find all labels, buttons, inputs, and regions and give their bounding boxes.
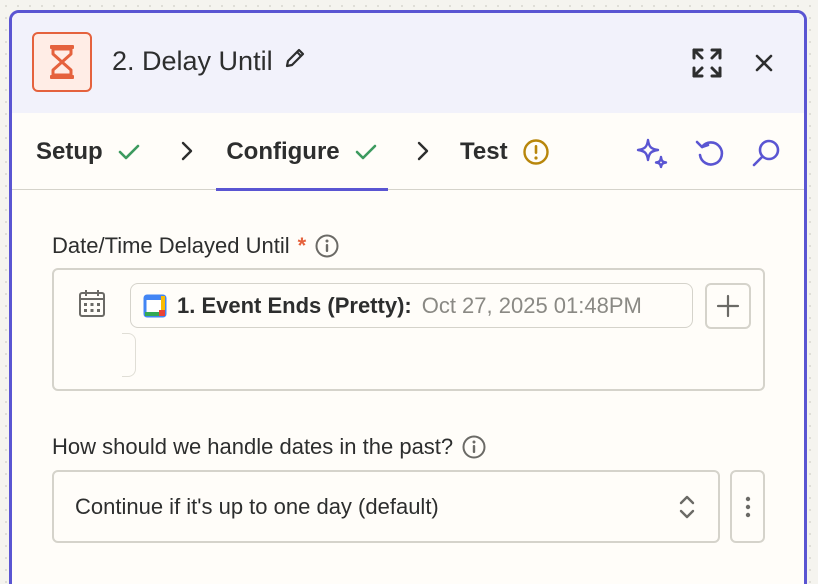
tab-setup[interactable]: Setup: [36, 113, 141, 190]
sparkle-icon[interactable]: [634, 135, 670, 171]
token-key: 1. Event Ends (Pretty):: [177, 292, 412, 318]
past-dates-selected-value: Continue if it's up to one day (default): [75, 493, 439, 519]
warning-icon: [522, 138, 549, 165]
token-value: Oct 27, 2025 01:48PM: [421, 292, 642, 318]
tab-test-label: Test: [460, 137, 508, 165]
hourglass-icon: [32, 32, 92, 92]
past-dates-field-label: How should we handle dates in the past?: [52, 434, 487, 460]
step-title[interactable]: 2. Delay Until: [112, 46, 307, 77]
chevron-up-down-icon: [679, 495, 695, 519]
date-field-label: Date/Time Delayed Until *: [52, 233, 340, 259]
step-editor-panel: 2. Delay Until Setup Configure Test Date…: [9, 10, 807, 584]
text-cursor-area[interactable]: [122, 333, 136, 377]
step-tabs: Setup Configure Test: [12, 113, 804, 191]
plus-icon: [716, 294, 740, 318]
close-icon[interactable]: [752, 51, 776, 75]
expand-icon[interactable]: [690, 46, 724, 80]
tab-test[interactable]: Test: [460, 113, 550, 190]
tab-setup-label: Setup: [36, 137, 103, 165]
chevron-right-icon: [417, 141, 429, 161]
check-icon: [355, 144, 376, 159]
insert-data-button[interactable]: [705, 283, 751, 329]
pencil-icon[interactable]: [283, 46, 307, 77]
check-icon: [118, 144, 139, 159]
data-token-pill[interactable]: 1. Event Ends (Pretty): Oct 27, 2025 01:…: [130, 283, 693, 328]
tab-configure[interactable]: Configure: [216, 113, 388, 191]
google-calendar-icon: [143, 294, 167, 317]
field-options-button[interactable]: [730, 470, 765, 543]
step-header: 2. Delay Until: [12, 13, 804, 113]
past-dates-field-label-text: How should we handle dates in the past?: [52, 434, 454, 459]
step-title-text: 2. Delay Until: [112, 46, 273, 76]
calendar-icon: [79, 290, 105, 317]
more-vertical-icon: [745, 496, 750, 517]
info-icon[interactable]: [314, 233, 340, 259]
info-icon[interactable]: [461, 434, 487, 460]
past-dates-select[interactable]: Continue if it's up to one day (default): [52, 470, 720, 543]
search-icon[interactable]: [748, 135, 784, 171]
chevron-right-icon: [181, 141, 193, 161]
required-marker: *: [297, 233, 307, 258]
date-field-label-text: Date/Time Delayed Until: [52, 233, 290, 258]
undo-icon[interactable]: [692, 135, 728, 171]
tab-configure-label: Configure: [226, 137, 340, 165]
date-field[interactable]: 1. Event Ends (Pretty): Oct 27, 2025 01:…: [52, 268, 765, 391]
